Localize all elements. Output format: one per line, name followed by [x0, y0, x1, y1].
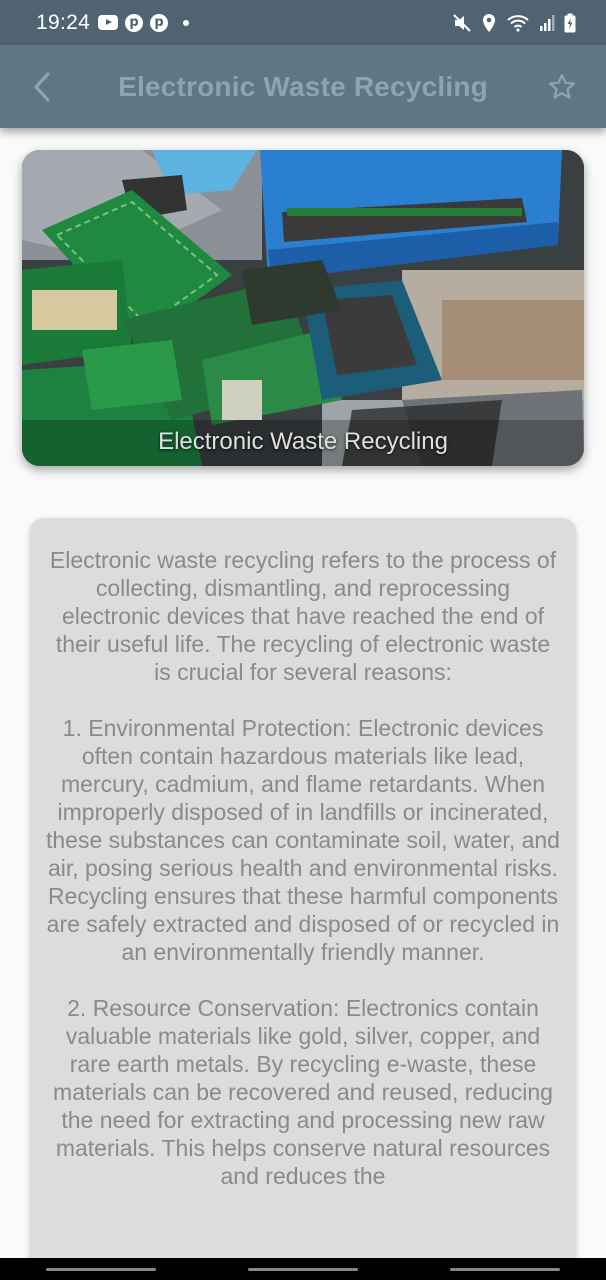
pinterest-icon: p: [125, 13, 144, 32]
favorite-button[interactable]: [546, 71, 578, 103]
back-button[interactable]: [26, 69, 58, 105]
signal-icon: [540, 14, 555, 31]
youtube-icon: [98, 15, 119, 30]
article-paragraph: Electronic waste recycling refers to the…: [49, 547, 557, 685]
system-navigation-bar: [0, 1258, 606, 1280]
ewaste-photo: [22, 150, 584, 466]
status-bar: 19:24 p p: [0, 0, 606, 45]
chevron-left-icon: [34, 72, 50, 102]
nav-recents-handle[interactable]: [46, 1267, 156, 1271]
status-time: 19:24: [36, 10, 91, 34]
nav-back-handle[interactable]: [450, 1267, 560, 1271]
dot-icon: [183, 19, 190, 26]
battery-icon: [564, 13, 576, 32]
nav-home-handle[interactable]: [248, 1267, 358, 1271]
hero-image-card[interactable]: Electronic Waste Recycling: [22, 150, 584, 466]
system-icons: [452, 13, 576, 33]
page-title: Electronic Waste Recycling: [118, 71, 488, 102]
article-paragraph: 1. Environmental Protection: Electronic …: [46, 715, 560, 965]
app-bar: Electronic Waste Recycling: [0, 45, 606, 128]
star-outline-icon: [549, 74, 575, 99]
location-icon: [483, 13, 495, 32]
pinterest-icon: p: [150, 13, 169, 32]
wifi-icon: [507, 14, 529, 32]
notification-icons: p p: [98, 13, 190, 32]
article-card: Electronic waste recycling refers to the…: [30, 518, 576, 1278]
article-paragraph: 2. Resource Conservation: Electronics co…: [53, 995, 553, 1189]
mute-icon: [453, 13, 471, 32]
hero-caption: Electronic Waste Recycling: [158, 428, 448, 455]
